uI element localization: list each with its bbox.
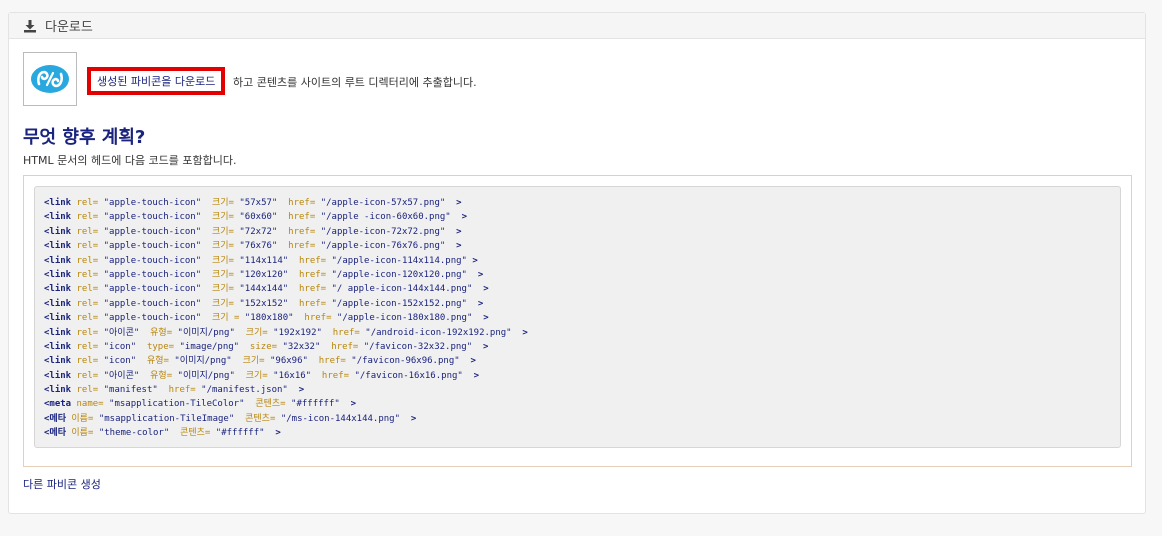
download-link-highlight: 생성된 파비콘을 다운로드	[87, 67, 226, 95]
download-instructions: 하고 콘텐츠를 사이트의 루트 디렉터리에 추출합니다.	[233, 76, 477, 89]
code-line: <link rel= "apple-touch-icon" 크기= "114x1…	[44, 255, 478, 266]
code-line: <link rel= "manifest" href= "/manifest.j…	[44, 385, 305, 396]
code-line: <메타 이름= "theme-color" 콘텐츠= "#ffffff" >	[44, 428, 281, 439]
code-line: <meta name= "msapplication-TileColor" 콘텐…	[44, 399, 357, 410]
next-steps-description: HTML 문서의 헤드에 다음 코드를 포함합니다.	[23, 154, 237, 167]
download-icon	[24, 19, 36, 32]
code-line: <link rel= "apple-touch-icon" 크기= "60x60…	[44, 212, 467, 223]
favicon-preview	[23, 52, 77, 106]
code-line: <link rel= "아이콘" 유형= "이미지/png" 크기= "16x1…	[44, 370, 480, 381]
code-line: <link rel= "icon" type= "image/png" size…	[44, 341, 489, 352]
code-container: <link rel= "apple-touch-icon" 크기= "57x57…	[23, 175, 1132, 467]
code-line: <link rel= "apple-touch-icon" 크기= "72x72…	[44, 226, 462, 237]
panel-title: 다운로드	[45, 20, 93, 35]
code-line: <메타 이름= "msapplication-TileImage" 콘텐츠= "…	[44, 413, 417, 424]
code-line: <link rel= "apple-touch-icon" 크기= "57x57…	[44, 198, 462, 208]
code-line: <link rel= "icon" 유형= "이미지/png" 크기= "96x…	[44, 356, 476, 367]
download-favicon-link[interactable]: 생성된 파비콘을 다운로드	[97, 73, 215, 89]
generate-another-link[interactable]: 다른 파비콘 생성	[23, 476, 101, 492]
code-block[interactable]: <link rel= "apple-touch-icon" 크기= "57x57…	[34, 186, 1121, 448]
code-line: <link rel= "아이콘" 유형= "이미지/png" 크기= "192x…	[44, 327, 528, 338]
download-panel: 다운로드 생성된 파비콘을 다운로드 하고 콘텐츠를 사이트의 루트 디렉터리에…	[8, 12, 1146, 514]
favicon-logo-icon	[31, 65, 69, 93]
code-line: <link rel= "apple-touch-icon" 크기 = "180x…	[44, 313, 489, 324]
code-line: <link rel= "apple-touch-icon" 크기= "76x76…	[44, 241, 462, 252]
code-line: <link rel= "apple-touch-icon" 크기= "144x1…	[44, 284, 489, 295]
code-line: <link rel= "apple-touch-icon" 크기= "120x1…	[44, 269, 484, 280]
code-line: <link rel= "apple-touch-icon" 크기= "152x1…	[44, 298, 484, 309]
panel-heading: 다운로드	[9, 13, 1145, 39]
download-row: 생성된 파비콘을 다운로드 하고 콘텐츠를 사이트의 루트 디렉터리에 추출합니…	[23, 52, 477, 106]
next-steps-heading: 무엇 향후 계획?	[23, 127, 146, 148]
